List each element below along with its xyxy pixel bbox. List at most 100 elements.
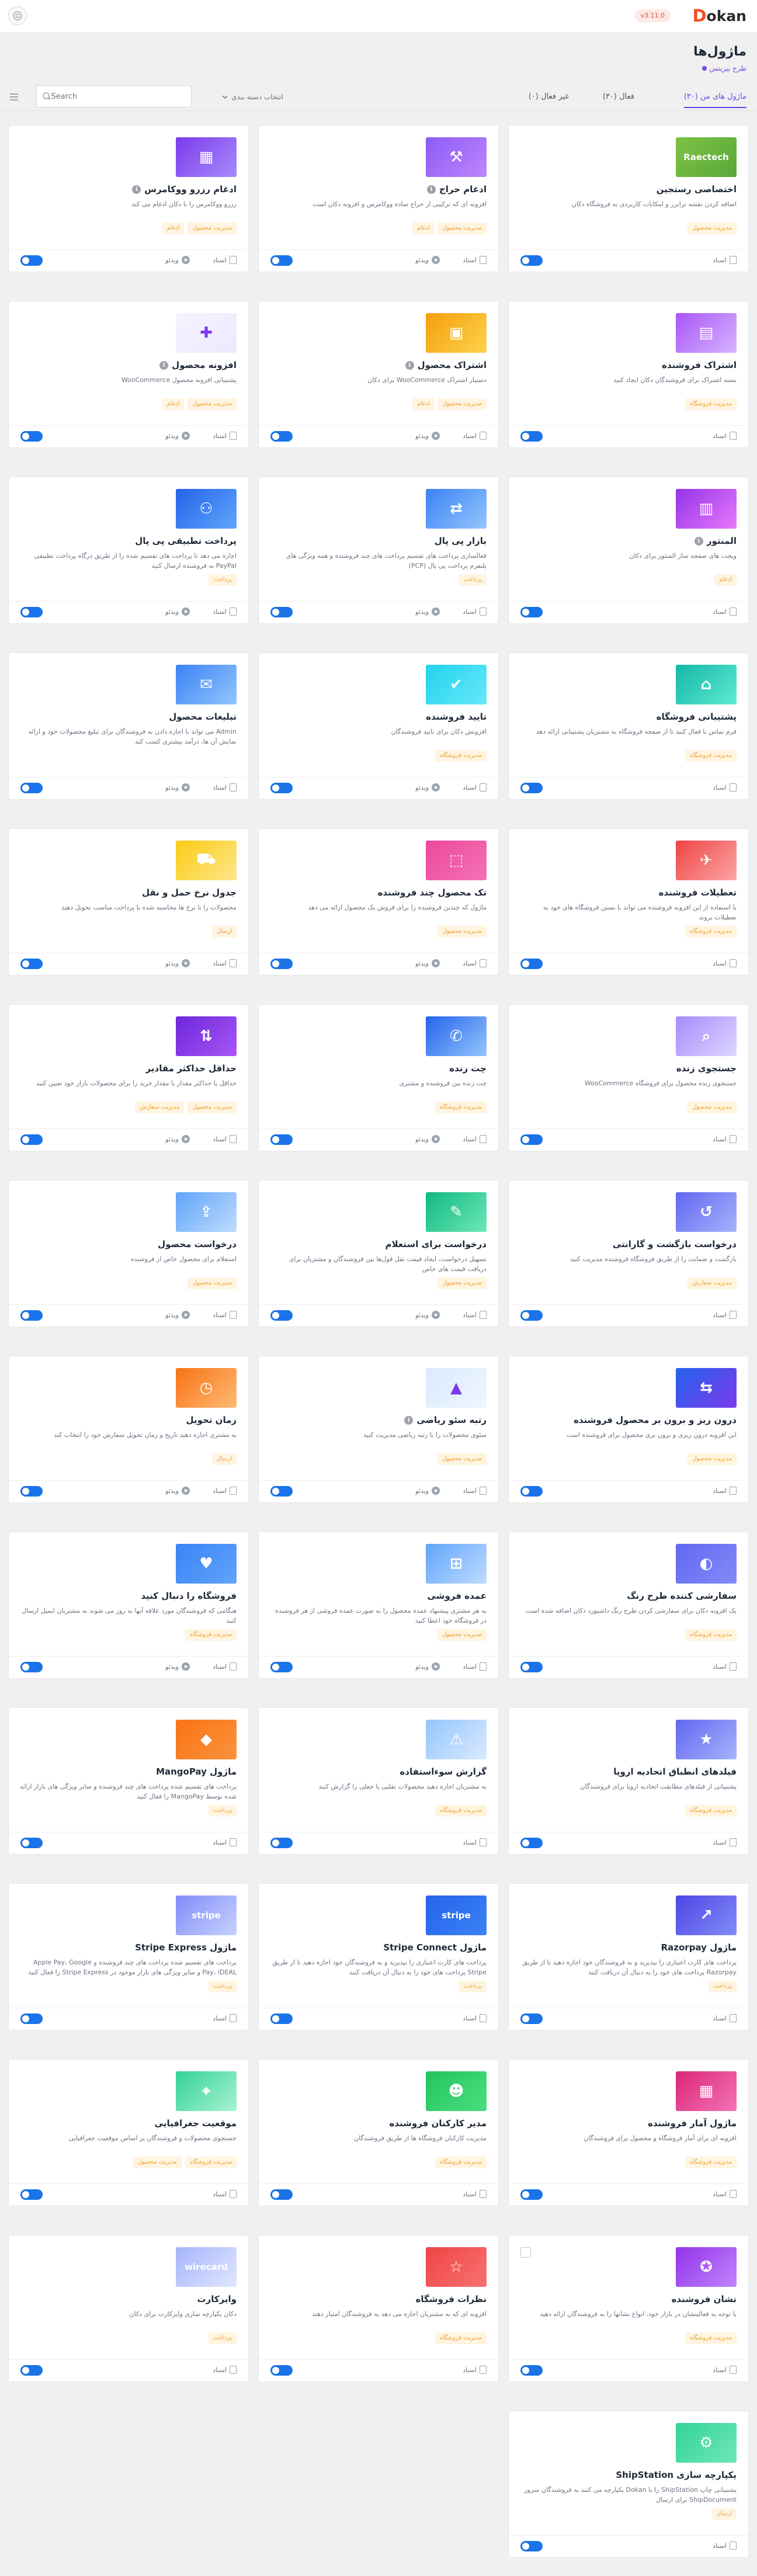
docs-link[interactable]: اسناد bbox=[213, 256, 237, 264]
docs-link[interactable]: اسناد bbox=[713, 783, 737, 791]
docs-link[interactable]: اسناد bbox=[213, 959, 237, 967]
video-link[interactable]: ویدئو bbox=[165, 1487, 190, 1495]
category-tag[interactable]: پرداخت bbox=[209, 574, 237, 586]
module-toggle[interactable] bbox=[270, 607, 293, 617]
category-tag[interactable]: مدیریت محصول bbox=[687, 1453, 737, 1465]
docs-link[interactable]: اسناد bbox=[713, 2014, 737, 2022]
category-tag[interactable]: مدیریت فروشگاه bbox=[685, 398, 737, 410]
module-toggle[interactable] bbox=[520, 607, 543, 617]
video-link[interactable]: ویدئو bbox=[165, 959, 190, 967]
docs-link[interactable]: اسناد bbox=[713, 2190, 737, 2198]
category-tag[interactable]: مدیریت فروشگاه bbox=[435, 2157, 487, 2168]
module-toggle[interactable] bbox=[270, 255, 293, 266]
category-tag[interactable]: مدیریت فروشگاه bbox=[435, 1805, 487, 1817]
docs-link[interactable]: اسناد bbox=[463, 2366, 487, 2374]
module-toggle[interactable] bbox=[270, 1662, 293, 1672]
video-link[interactable]: ویدئو bbox=[165, 1135, 190, 1143]
category-tag[interactable]: مدیریت محصول bbox=[187, 223, 237, 234]
module-toggle[interactable] bbox=[270, 2365, 293, 2376]
module-toggle[interactable] bbox=[520, 255, 543, 266]
video-link[interactable]: ویدئو bbox=[165, 1662, 190, 1671]
dokan-logo[interactable]: Dokan bbox=[692, 6, 746, 25]
module-toggle[interactable] bbox=[270, 2013, 293, 2024]
docs-link[interactable]: اسناد bbox=[213, 2014, 237, 2022]
video-link[interactable]: ویدئو bbox=[415, 432, 440, 440]
category-tag[interactable]: مدیریت محصول bbox=[687, 1102, 737, 1113]
info-icon[interactable]: i bbox=[405, 360, 414, 370]
category-tag[interactable]: مدیریت سفارش bbox=[135, 1102, 185, 1113]
category-tag[interactable]: مدیریت سفارش bbox=[687, 1277, 737, 1289]
category-tag[interactable]: مدیریت محصول bbox=[437, 1453, 487, 1465]
module-toggle[interactable] bbox=[270, 783, 293, 793]
module-checkbox[interactable] bbox=[520, 2247, 531, 2258]
video-link[interactable]: ویدئو bbox=[415, 1487, 440, 1495]
module-toggle[interactable] bbox=[520, 1486, 543, 1497]
docs-link[interactable]: اسناد bbox=[463, 2190, 487, 2198]
category-tag[interactable]: ادغام bbox=[714, 574, 737, 586]
docs-link[interactable]: اسناد bbox=[463, 959, 487, 967]
category-tag[interactable]: ارسال bbox=[211, 1453, 237, 1465]
category-tag[interactable]: پرداخت bbox=[209, 1805, 237, 1817]
info-icon[interactable]: i bbox=[132, 185, 141, 194]
video-link[interactable]: ویدئو bbox=[165, 607, 190, 616]
info-icon[interactable]: i bbox=[694, 536, 703, 546]
docs-link[interactable]: اسناد bbox=[713, 256, 737, 264]
module-toggle[interactable] bbox=[520, 2189, 543, 2200]
video-link[interactable]: ویدئو bbox=[415, 959, 440, 967]
category-tag[interactable]: مدیریت فروشگاه bbox=[685, 2157, 737, 2168]
tab-inactive[interactable]: غیر فعال (۰) bbox=[529, 92, 569, 101]
info-icon[interactable]: i bbox=[159, 360, 169, 370]
category-tag[interactable]: مدیریت فروشگاه bbox=[685, 750, 737, 762]
video-link[interactable]: ویدئو bbox=[165, 1311, 190, 1319]
docs-link[interactable]: اسناد bbox=[213, 1838, 237, 1846]
module-toggle[interactable] bbox=[270, 431, 293, 442]
info-icon[interactable]: i bbox=[426, 185, 436, 194]
category-tag[interactable]: ادغام bbox=[162, 223, 185, 234]
module-toggle[interactable] bbox=[520, 2541, 543, 2551]
category-tag[interactable]: ارسال bbox=[711, 2508, 737, 2520]
module-toggle[interactable] bbox=[20, 255, 43, 266]
docs-link[interactable]: اسناد bbox=[213, 783, 237, 791]
category-tag[interactable]: ارسال bbox=[211, 926, 237, 938]
category-tag[interactable]: مدیریت فروشگاه bbox=[685, 2332, 737, 2344]
category-tag[interactable]: مدیریت محصول bbox=[187, 398, 237, 410]
docs-link[interactable]: اسناد bbox=[463, 1838, 487, 1846]
category-tag[interactable]: مدیریت محصول bbox=[187, 1102, 237, 1113]
category-tag[interactable]: مدیریت فروشگاه bbox=[685, 926, 737, 938]
category-tag[interactable]: مدیریت محصول bbox=[133, 2157, 182, 2168]
module-toggle[interactable] bbox=[520, 431, 543, 442]
video-link[interactable]: ویدئو bbox=[415, 1311, 440, 1319]
module-toggle[interactable] bbox=[270, 1486, 293, 1497]
category-tag[interactable]: پرداخت bbox=[209, 1981, 237, 1992]
category-tag[interactable]: مدیریت محصول bbox=[437, 1277, 487, 1289]
module-toggle[interactable] bbox=[20, 1838, 43, 1848]
module-toggle[interactable] bbox=[20, 1662, 43, 1672]
category-tag[interactable]: مدیریت محصول bbox=[437, 1629, 487, 1641]
module-toggle[interactable] bbox=[20, 959, 43, 969]
video-link[interactable]: ویدئو bbox=[415, 607, 440, 616]
docs-link[interactable]: اسناد bbox=[713, 1311, 737, 1319]
module-toggle[interactable] bbox=[520, 1134, 543, 1145]
module-toggle[interactable] bbox=[270, 1310, 293, 1321]
docs-link[interactable]: اسناد bbox=[713, 1662, 737, 1671]
docs-link[interactable]: اسناد bbox=[213, 607, 237, 616]
video-link[interactable]: ویدئو bbox=[165, 432, 190, 440]
module-toggle[interactable] bbox=[20, 2189, 43, 2200]
docs-link[interactable]: اسناد bbox=[213, 2190, 237, 2198]
video-link[interactable]: ویدئو bbox=[415, 783, 440, 791]
category-tag[interactable]: پرداخت bbox=[209, 2332, 237, 2344]
category-tag[interactable]: مدیریت فروشگاه bbox=[685, 1805, 737, 1817]
docs-link[interactable]: اسناد bbox=[213, 2366, 237, 2374]
category-tag[interactable]: پرداخت bbox=[709, 1981, 737, 1992]
module-toggle[interactable] bbox=[520, 2365, 543, 2376]
module-toggle[interactable] bbox=[520, 959, 543, 969]
category-tag[interactable]: مدیریت محصول bbox=[437, 398, 487, 410]
module-toggle[interactable] bbox=[520, 1838, 543, 1848]
video-link[interactable]: ویدئو bbox=[165, 256, 190, 264]
module-toggle[interactable] bbox=[20, 2013, 43, 2024]
docs-link[interactable]: اسناد bbox=[463, 783, 487, 791]
category-tag[interactable]: مدیریت محصول bbox=[437, 223, 487, 234]
docs-link[interactable]: اسناد bbox=[213, 1487, 237, 1495]
module-toggle[interactable] bbox=[20, 431, 43, 442]
video-link[interactable]: ویدئو bbox=[415, 1135, 440, 1143]
